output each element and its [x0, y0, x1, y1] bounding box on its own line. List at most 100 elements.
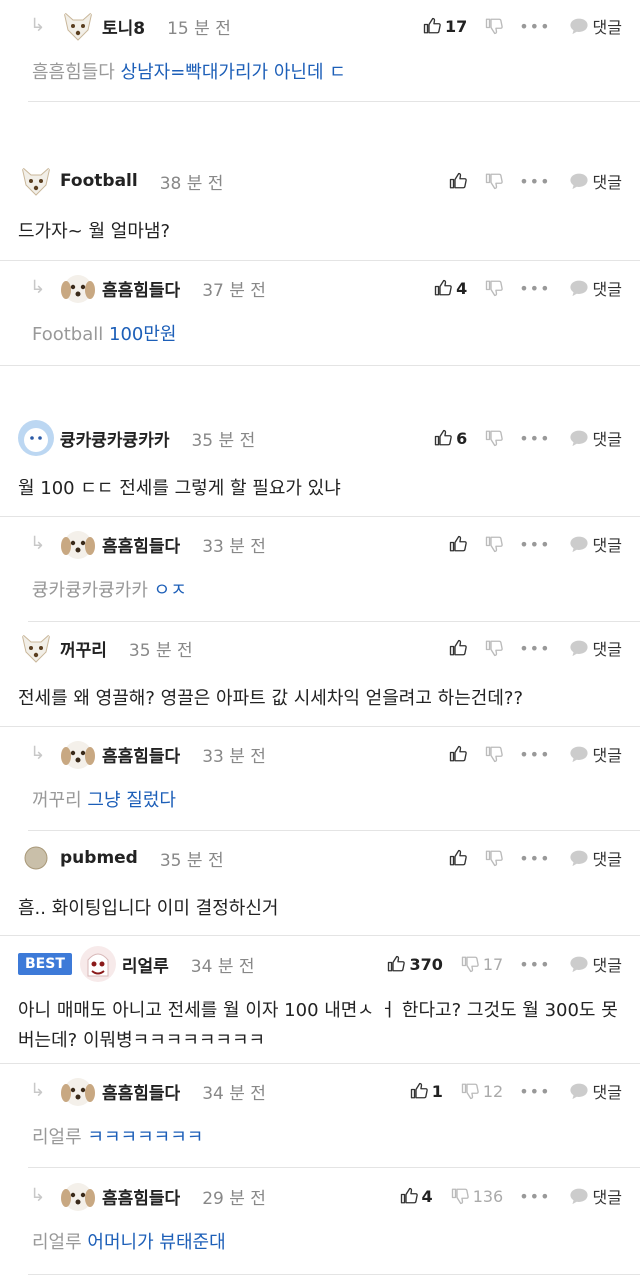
avatar[interactable] [60, 1073, 96, 1109]
avatar[interactable] [60, 8, 96, 44]
more-dots-icon[interactable]: ••• [519, 172, 550, 191]
author-name[interactable]: 흠흠힘들다 [102, 532, 180, 557]
dislike-button[interactable]: 12 [461, 1082, 503, 1101]
like-button[interactable]: 17 [423, 17, 467, 36]
avatar[interactable] [60, 526, 96, 562]
more-dots-icon[interactable]: ••• [519, 17, 550, 36]
divider [0, 726, 640, 727]
like-button[interactable]: 4 [400, 1187, 433, 1206]
thumb-up-icon [449, 639, 468, 657]
comment-actions: 1 12 ••• 댓글 [392, 1065, 622, 1117]
avatar[interactable] [18, 630, 54, 666]
author-name[interactable]: 꺼꾸리 [60, 636, 107, 661]
comment-actions: 370 17 ••• 댓글 [369, 938, 622, 990]
mention-name[interactable]: 리얼루 [32, 1127, 82, 1148]
mention-name[interactable]: 꺼꾸리 [32, 790, 82, 811]
more-dots-icon[interactable]: ••• [519, 745, 550, 764]
more-dots-icon[interactable]: ••• [519, 1187, 550, 1206]
more-dots-icon[interactable]: ••• [519, 535, 550, 554]
like-button[interactable] [449, 849, 468, 867]
author-name[interactable]: pubmed [60, 848, 138, 868]
dislike-button[interactable] [485, 535, 504, 553]
like-button[interactable]: 4 [434, 279, 467, 298]
dislike-button[interactable] [485, 279, 504, 297]
like-button[interactable]: 6 [434, 429, 467, 448]
avatar[interactable] [79, 946, 116, 982]
mention-name[interactable]: 큥카큥카큥카카 [32, 580, 148, 601]
divider [0, 516, 640, 517]
dislike-button[interactable] [485, 849, 504, 867]
more-dots-icon[interactable]: ••• [519, 429, 550, 448]
like-button[interactable] [449, 535, 468, 553]
reply-button[interactable]: 댓글 [569, 1079, 622, 1103]
mention-name[interactable]: 흠흠힘들다 [32, 62, 115, 83]
thumb-up-icon [449, 172, 468, 190]
dislike-button[interactable]: 17 [461, 955, 503, 974]
thumb-up-icon [387, 955, 406, 973]
dislike-button[interactable] [485, 17, 504, 35]
speech-bubble-icon [569, 535, 589, 553]
comment-actions: 17 ••• 댓글 [405, 0, 622, 52]
reply-arrow-icon: ↳ [30, 533, 46, 554]
like-button[interactable] [449, 639, 468, 657]
thumb-down-icon [485, 17, 504, 35]
author-name[interactable]: 흠흠힘들다 [102, 276, 180, 301]
comment-row: ↳ 흠흠힘들다 33 분 전 ••• 댓글 큥카큥카큥카카 ㅇㅈ [0, 518, 640, 610]
comment-text: 월 100 ㄷㄷ 전세를 그렇게 할 필요가 있냐 [18, 478, 341, 499]
comment-body: 꺼꾸리 그냥 질렀다 [32, 786, 622, 816]
reply-button[interactable]: 댓글 [569, 636, 622, 660]
thumb-down-icon [485, 849, 504, 867]
timestamp: 15 분 전 [167, 18, 231, 39]
more-dots-icon[interactable]: ••• [519, 639, 550, 658]
mention-name[interactable]: 리얼루 [32, 1232, 82, 1253]
thumb-up-icon [423, 17, 441, 35]
thumb-down-icon [485, 745, 504, 763]
author-name[interactable]: 흠흠힘들다 [102, 1079, 180, 1104]
more-dots-icon[interactable]: ••• [519, 955, 550, 974]
author-name[interactable]: 토니8 [102, 14, 145, 39]
divider [0, 365, 640, 366]
like-count: 370 [409, 954, 443, 974]
author-name[interactable]: 큥카큥카큥카카 [60, 426, 169, 451]
reply-button[interactable]: 댓글 [569, 1184, 622, 1208]
like-button[interactable] [449, 172, 468, 190]
avatar[interactable] [18, 420, 54, 456]
author-name[interactable]: 리얼루 [122, 952, 169, 977]
thumb-up-icon [434, 279, 452, 297]
avatar[interactable] [18, 163, 54, 199]
dislike-button[interactable] [485, 172, 504, 190]
like-button[interactable] [449, 745, 468, 763]
more-dots-icon[interactable]: ••• [519, 1082, 550, 1101]
avatar[interactable] [60, 1178, 96, 1214]
dislike-button[interactable] [485, 639, 504, 657]
reply-button[interactable]: 댓글 [569, 952, 622, 976]
comment-actions: ••• 댓글 [431, 518, 622, 570]
reply-button[interactable]: 댓글 [569, 742, 622, 766]
like-count: 17 [444, 16, 468, 36]
comment-body: 리얼루 어머니가 뷰태준대 [32, 1228, 622, 1258]
avatar[interactable] [60, 270, 96, 306]
reply-button[interactable]: 댓글 [569, 846, 622, 870]
more-dots-icon[interactable]: ••• [519, 279, 550, 298]
reply-label: 댓글 [592, 746, 622, 765]
reply-button[interactable]: 댓글 [569, 276, 622, 300]
author-name[interactable]: 흠흠힘들다 [102, 742, 180, 767]
author-name[interactable]: Football [60, 171, 138, 191]
reply-button[interactable]: 댓글 [569, 169, 622, 193]
like-button[interactable]: 1 [410, 1082, 443, 1101]
avatar[interactable] [60, 736, 96, 772]
comment-row: Football 38 분 전 ••• 댓글 드가자~ 월 얼마냄? [0, 155, 640, 247]
dislike-button[interactable] [485, 429, 504, 447]
more-dots-icon[interactable]: ••• [519, 849, 550, 868]
dislike-button[interactable]: 136 [451, 1187, 503, 1206]
mention-name[interactable]: Football [32, 324, 103, 345]
like-button[interactable]: 370 [387, 954, 443, 974]
avatar[interactable] [18, 840, 54, 876]
reply-button[interactable]: 댓글 [569, 532, 622, 556]
author-name[interactable]: 흠흠힘들다 [102, 1184, 180, 1209]
dislike-button[interactable] [485, 745, 504, 763]
reply-button[interactable]: 댓글 [569, 426, 622, 450]
comment-actions: ••• 댓글 [431, 155, 622, 207]
reply-text: ㅋㅋㅋㅋㅋㅋㅋ [87, 1127, 204, 1148]
reply-button[interactable]: 댓글 [569, 14, 622, 38]
